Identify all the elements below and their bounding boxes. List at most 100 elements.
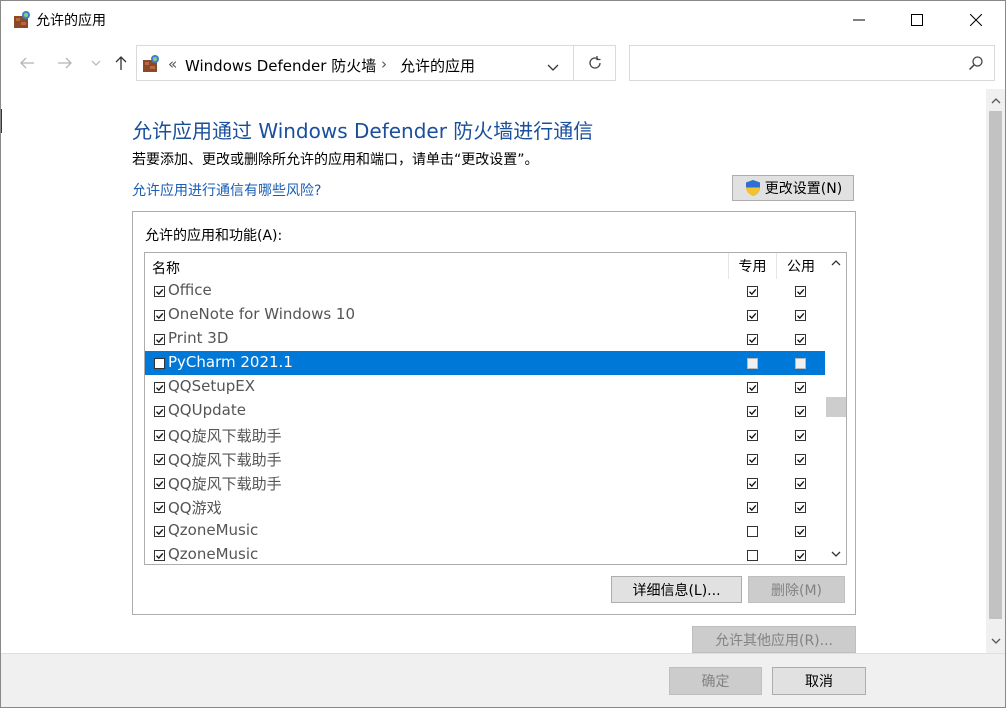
public-network-checkbox[interactable] <box>795 309 806 321</box>
app-enabled-checkbox[interactable] <box>154 453 165 465</box>
private-network-checkbox[interactable] <box>747 309 758 321</box>
allowed-apps-label: 允许的应用和功能(A): <box>145 228 283 244</box>
search-box[interactable] <box>629 45 995 81</box>
back-arrow-icon <box>20 57 34 69</box>
up-button[interactable] <box>111 53 131 73</box>
firewall-icon <box>12 10 32 30</box>
list-item[interactable]: OneNote for Windows 10 <box>145 303 825 327</box>
page-scroll-up-button[interactable] <box>986 91 1005 111</box>
private-network-checkbox[interactable] <box>747 357 758 369</box>
forward-button[interactable] <box>55 53 75 73</box>
breadcrumb-allowed-apps[interactable]: 允许的应用 <box>400 55 475 76</box>
app-enabled-checkbox[interactable] <box>154 477 165 489</box>
refresh-button[interactable] <box>574 45 616 81</box>
breadcrumb-firewall[interactable]: Windows Defender 防火墙 <box>185 55 376 76</box>
public-network-checkbox[interactable] <box>795 285 806 297</box>
address-dropdown-icon[interactable] <box>547 60 559 76</box>
search-icon <box>968 55 984 71</box>
private-network-checkbox[interactable] <box>747 333 758 345</box>
private-network-checkbox[interactable] <box>747 525 758 537</box>
list-item[interactable]: PyCharm 2021.1 <box>145 351 825 375</box>
app-enabled-checkbox[interactable] <box>154 285 165 297</box>
chevron-down-icon <box>831 551 841 557</box>
scroll-up-button[interactable] <box>826 253 846 273</box>
forward-arrow-icon <box>58 57 72 69</box>
public-network-checkbox[interactable] <box>795 333 806 345</box>
delete-button[interactable]: 删除(M) <box>748 576 845 603</box>
app-name: Print 3D <box>168 329 229 347</box>
list-scroll-thumb[interactable] <box>826 397 846 417</box>
private-network-checkbox[interactable] <box>747 285 758 297</box>
address-bar[interactable]: « Windows Defender 防火墙 › 允许的应用 <box>136 45 574 81</box>
uac-shield-icon <box>745 180 760 196</box>
list-item[interactable]: QQUpdate <box>145 399 825 423</box>
public-network-checkbox[interactable] <box>795 381 806 393</box>
app-enabled-checkbox[interactable] <box>154 501 165 513</box>
list-scrollbar[interactable] <box>826 253 846 564</box>
breadcrumb-separator[interactable]: › <box>381 55 387 73</box>
private-network-checkbox[interactable] <box>747 549 758 561</box>
app-name: PyCharm 2021.1 <box>168 353 293 371</box>
close-button[interactable] <box>953 1 999 39</box>
list-item[interactable]: Print 3D <box>145 327 825 351</box>
list-item[interactable]: QQ旋风下载助手 <box>145 423 825 447</box>
private-network-checkbox[interactable] <box>747 381 758 393</box>
list-item[interactable]: QQ旋风下载助手 <box>145 447 825 471</box>
title-bar[interactable]: 允许的应用 <box>1 1 1005 39</box>
public-network-checkbox[interactable] <box>795 405 806 417</box>
firewall-icon <box>141 54 161 74</box>
app-enabled-checkbox[interactable] <box>154 381 165 393</box>
app-enabled-checkbox[interactable] <box>154 525 165 537</box>
private-network-checkbox[interactable] <box>747 501 758 513</box>
maximize-icon <box>911 14 923 26</box>
list-item[interactable]: QQSetupEX <box>145 375 825 399</box>
ok-button[interactable]: 确定 <box>669 667 762 695</box>
allow-other-app-button[interactable]: 允许其他应用(R)... <box>692 626 856 653</box>
cancel-button[interactable]: 取消 <box>772 667 866 695</box>
details-button[interactable]: 详细信息(L)... <box>611 576 742 603</box>
public-network-checkbox[interactable] <box>795 549 806 561</box>
back-button[interactable] <box>17 53 37 73</box>
private-network-checkbox[interactable] <box>747 405 758 417</box>
minimize-button[interactable] <box>836 1 882 39</box>
list-item[interactable]: QzoneMusic <box>145 519 825 543</box>
public-network-checkbox[interactable] <box>795 357 806 369</box>
private-network-checkbox[interactable] <box>747 453 758 465</box>
private-network-checkbox[interactable] <box>747 429 758 441</box>
up-arrow-icon <box>115 56 127 70</box>
public-network-checkbox[interactable] <box>795 501 806 513</box>
page-scroll-down-button[interactable] <box>986 631 1005 651</box>
breadcrumb-overflow[interactable]: « <box>168 55 177 73</box>
chevron-down-icon <box>991 638 1000 644</box>
private-network-checkbox[interactable] <box>747 477 758 489</box>
list-item[interactable]: QQ旋风下载助手 <box>145 471 825 495</box>
recent-locations-button[interactable] <box>86 53 106 73</box>
app-enabled-checkbox[interactable] <box>154 309 165 321</box>
allowed-apps-list[interactable]: 名称 专用 公用 Office OneNote for Windows 10 Pri… <box>144 252 847 565</box>
chevron-up-icon <box>831 260 841 266</box>
app-name: QQ游戏 <box>168 499 222 517</box>
app-name: QQUpdate <box>168 401 246 419</box>
public-network-checkbox[interactable] <box>795 429 806 441</box>
app-enabled-checkbox[interactable] <box>154 405 165 417</box>
risk-help-link[interactable]: 允许应用进行通信有哪些风险? <box>132 180 321 200</box>
list-item[interactable]: Office <box>145 279 825 303</box>
change-settings-button[interactable]: 更改设置(N) <box>732 175 854 201</box>
public-network-checkbox[interactable] <box>795 477 806 489</box>
scroll-down-button[interactable] <box>826 544 846 564</box>
public-network-checkbox[interactable] <box>795 525 806 537</box>
app-enabled-checkbox[interactable] <box>154 549 165 561</box>
page-scrollbar[interactable] <box>986 89 1005 653</box>
column-header-public[interactable]: 公用 <box>776 253 825 279</box>
app-enabled-checkbox[interactable] <box>154 357 165 369</box>
allowed-apps-group: 允许的应用和功能(A): 名称 专用 公用 Office OneNote for … <box>132 211 856 615</box>
app-enabled-checkbox[interactable] <box>154 429 165 441</box>
maximize-button[interactable] <box>894 1 940 39</box>
list-item[interactable]: QzoneMusic <box>145 543 825 564</box>
app-enabled-checkbox[interactable] <box>154 333 165 345</box>
column-header-private[interactable]: 专用 <box>728 253 776 279</box>
column-header-name[interactable]: 名称 <box>152 258 180 278</box>
list-item[interactable]: QQ游戏 <box>145 495 825 519</box>
public-network-checkbox[interactable] <box>795 453 806 465</box>
page-scroll-thumb[interactable] <box>989 111 1002 619</box>
